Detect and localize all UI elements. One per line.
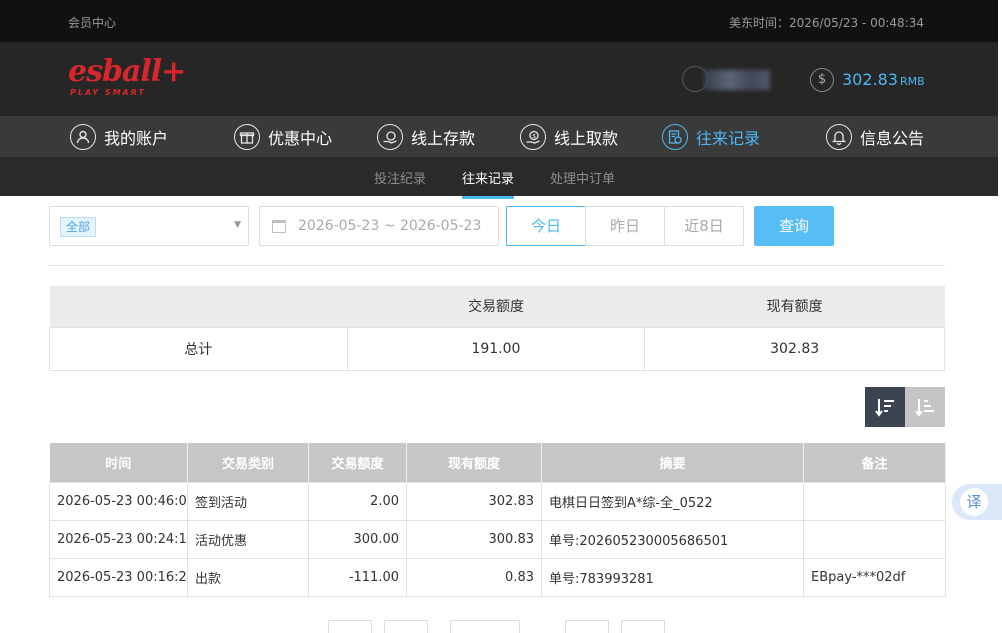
records-icon <box>662 124 688 150</box>
sub-nav: 投注纪录 往来记录 处理中订单 <box>0 157 998 199</box>
pagination-last-button[interactable] <box>621 620 665 633</box>
nav-label: 线上取款 <box>554 129 619 148</box>
username-blurred <box>704 70 770 90</box>
svg-text:$: $ <box>532 133 536 140</box>
top-bar: 会员中心 美东时间：2026/05/23 - 00:48:34 <box>0 0 998 42</box>
col-header-remark: 备注 <box>803 443 946 482</box>
table-row: 2026-05-23 00:16:29 出款 -111.00 0.83 单号:7… <box>49 557 946 597</box>
balance-amount: 302.83 <box>842 70 898 89</box>
transaction-type-select[interactable]: 全部 ▼ <box>49 206 249 246</box>
col-header-time: 时间 <box>49 443 188 482</box>
nav-label: 我的账户 <box>104 129 169 148</box>
nav-online-deposit[interactable]: 线上存款 <box>377 122 475 152</box>
nav-online-withdraw[interactable]: $ 线上取款 <box>520 122 618 152</box>
summary-current-balance: 302.83 <box>644 326 945 371</box>
cell-time: 2026-05-23 00:24:15 <box>49 519 188 559</box>
pagination-prev-button[interactable] <box>384 620 428 633</box>
col-header-type: 交易类别 <box>187 443 309 482</box>
esball-logo[interactable]: esball+ PLAY SMART <box>68 54 186 102</box>
nav-label: 线上存款 <box>411 129 476 148</box>
subtab-bet-records[interactable]: 投注纪录 <box>374 168 426 187</box>
nav-label: 信息公告 <box>860 129 925 148</box>
query-button[interactable]: 查询 <box>754 206 834 246</box>
nav-transaction-records[interactable]: 往来记录 <box>662 122 760 152</box>
cell-remark: EBpay-***02df <box>803 557 946 597</box>
col-header-amount: 交易额度 <box>308 443 407 482</box>
quick-today-button[interactable]: 今日 <box>506 206 586 246</box>
translate-float-button[interactable]: 译 <box>952 484 1002 520</box>
balance-currency: RMB <box>899 75 925 88</box>
summary-header <box>49 286 348 327</box>
cell-summary: 单号:783993281 <box>541 557 804 597</box>
col-header-summary: 摘要 <box>541 443 804 482</box>
logo-wordmark: esball+ <box>68 54 186 89</box>
summary-table: 交易额度 现有额度 总计 191.00 302.83 <box>49 286 945 371</box>
cell-balance: 300.83 <box>406 519 542 559</box>
summary-header: 现有额度 <box>644 286 945 327</box>
translate-icon: 译 <box>960 488 988 516</box>
subtab-transaction-records[interactable]: 往来记录 <box>462 168 515 199</box>
gift-icon <box>234 124 260 150</box>
cell-amount: 300.00 <box>308 519 407 559</box>
pagination-first-button[interactable] <box>328 620 372 633</box>
nav-label: 优惠中心 <box>268 129 333 148</box>
cell-summary: 单号:202605230005686501 <box>541 519 804 559</box>
calendar-icon <box>272 220 286 233</box>
cell-balance: 0.83 <box>406 557 542 597</box>
sort-descending-icon[interactable] <box>865 387 905 427</box>
cell-type: 签到活动 <box>187 481 309 521</box>
site-header: esball+ PLAY SMART $ 302.83 RMB <box>0 42 998 116</box>
table-row: 2026-05-23 00:24:15 活动优惠 300.00 300.83 单… <box>49 519 946 559</box>
date-range-picker[interactable]: 2026-05-23 ~ 2026-05-23 <box>259 206 499 246</box>
cell-amount: 2.00 <box>308 481 407 521</box>
pagination-page-input[interactable] <box>450 620 520 633</box>
dollar-coin-icon: $ <box>810 68 834 92</box>
nav-my-account[interactable]: 我的账户 <box>70 122 168 152</box>
main-nav: 我的账户 优惠中心 线上存款 $ 线上取款 往来记录 信息公告 <box>0 116 998 157</box>
summary-transaction-amount: 191.00 <box>346 326 646 371</box>
withdraw-icon: $ <box>520 124 546 150</box>
cell-amount: -111.00 <box>308 557 407 597</box>
quick-yesterday-button[interactable]: 昨日 <box>585 206 665 246</box>
chevron-down-icon: ▼ <box>234 220 241 230</box>
cell-remark <box>803 481 946 521</box>
subtab-pending-orders[interactable]: 处理中订单 <box>550 168 615 187</box>
logo-tagline: PLAY SMART <box>70 88 146 97</box>
cell-type: 活动优惠 <box>187 519 309 559</box>
cell-time: 2026-05-23 00:46:04 <box>49 481 188 521</box>
deposit-icon <box>377 124 403 150</box>
col-header-balance: 现有额度 <box>406 443 542 482</box>
summary-header: 交易额度 <box>347 286 645 327</box>
cell-remark <box>803 519 946 559</box>
nav-promotions[interactable]: 优惠中心 <box>234 122 332 152</box>
cell-summary: 电棋日日签到A*综-全_0522 <box>541 481 804 521</box>
pagination-next-button[interactable] <box>565 620 609 633</box>
table-row: 2026-05-23 00:46:04 签到活动 2.00 302.83 电棋日… <box>49 481 946 521</box>
quick-last8days-button[interactable]: 近8日 <box>664 206 744 246</box>
sort-ascending-icon[interactable] <box>905 387 945 427</box>
nav-announcements[interactable]: 信息公告 <box>826 122 924 152</box>
cell-balance: 302.83 <box>406 481 542 521</box>
summary-total-label: 总计 <box>49 326 348 371</box>
eastern-time-clock: 美东时间：2026/05/23 - 00:48:34 <box>728 16 924 30</box>
cell-type: 出款 <box>187 557 309 597</box>
user-icon <box>70 124 96 150</box>
cell-time: 2026-05-23 00:16:29 <box>49 557 188 597</box>
member-center-link[interactable]: 会员中心 <box>68 14 116 31</box>
account-balance: 302.83 RMB <box>842 70 925 89</box>
bell-icon <box>826 124 852 150</box>
section-divider <box>49 265 945 266</box>
records-table: 时间 交易类别 交易额度 现有额度 摘要 备注 2026-05-23 00:46… <box>49 443 946 597</box>
date-range-text: 2026-05-23 ~ 2026-05-23 <box>298 218 482 234</box>
selected-type-chip: 全部 <box>60 217 97 237</box>
nav-label: 往来记录 <box>696 129 761 148</box>
